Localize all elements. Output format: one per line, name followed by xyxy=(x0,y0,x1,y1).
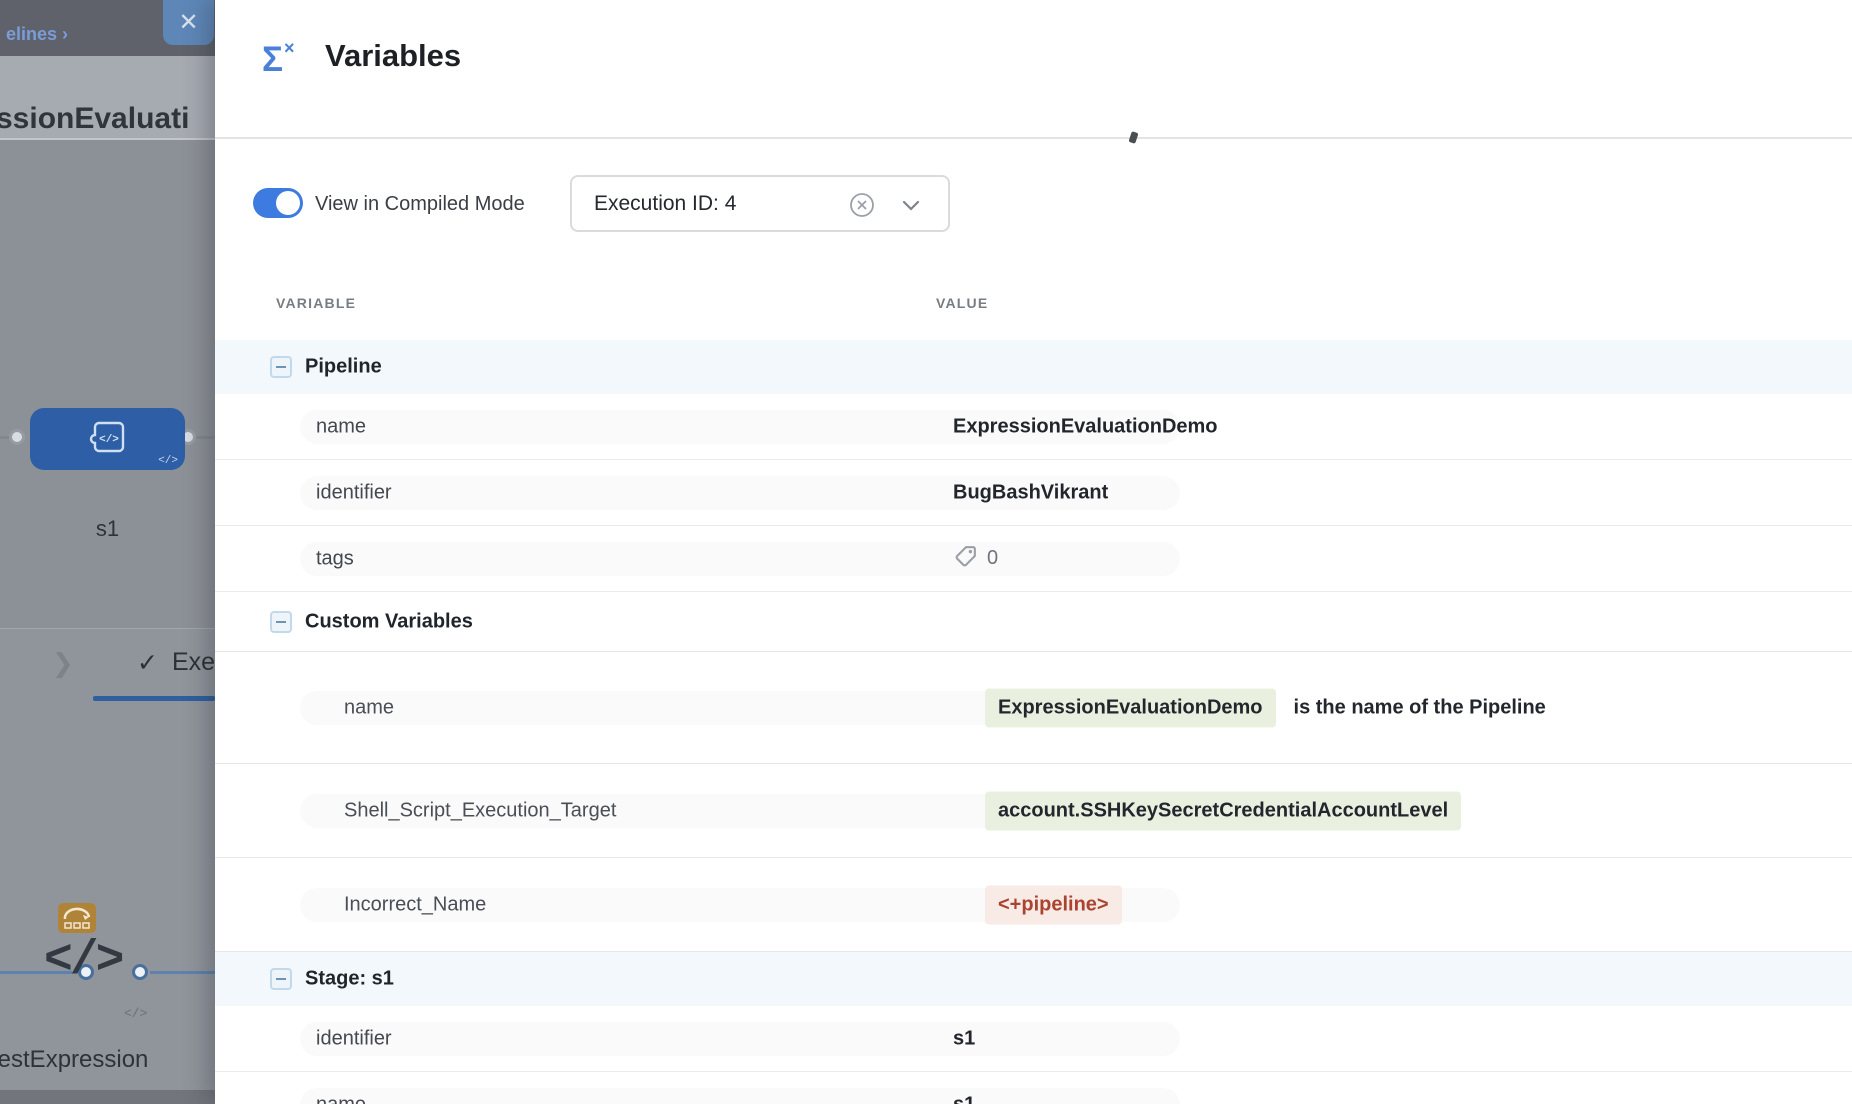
variables-panel: Σ× Variables View in Compiled Mode Execu… xyxy=(215,0,1852,1104)
table-row: Incorrect_Name <+pipeline> xyxy=(215,858,1852,952)
section-row[interactable]: Pipeline xyxy=(215,340,1852,394)
value-suffix: is the name of the Pipeline xyxy=(1294,696,1546,719)
header-divider xyxy=(215,137,1852,139)
node-port xyxy=(9,429,25,445)
table-row: name s1 xyxy=(215,1072,1852,1104)
svg-text:</>: </> xyxy=(99,434,119,446)
variable-name: name xyxy=(316,1093,366,1104)
variable-value: <+pipeline> xyxy=(985,885,1122,924)
variable-value: account.SSHKeySecretCredentialAccountLev… xyxy=(985,791,1461,830)
variable-value: s1 xyxy=(953,1027,975,1050)
tab-execution[interactable]: Exe xyxy=(172,648,215,677)
collapse-minus-icon[interactable] xyxy=(270,611,292,633)
step-port xyxy=(132,964,148,980)
clear-selection-icon[interactable] xyxy=(848,191,876,224)
value-highlight: ExpressionEvaluationDemo xyxy=(985,688,1276,727)
variables-table-body: Pipeline name ExpressionEvaluationDemo iden… xyxy=(215,340,1852,1104)
code-badge: </> xyxy=(158,455,178,467)
execution-id-value: Execution ID: 4 xyxy=(594,192,736,216)
variable-value: ExpressionEvaluationDemo xyxy=(953,415,1218,438)
breadcrumb[interactable]: elines › xyxy=(6,24,68,45)
section-label: Pipeline xyxy=(305,356,382,379)
active-tab-underline xyxy=(93,696,215,701)
collapse-minus-icon[interactable] xyxy=(270,968,292,990)
label-pill xyxy=(300,542,1180,576)
label-pill xyxy=(300,1088,1180,1104)
stage-node[interactable]: </> </> xyxy=(30,408,185,470)
column-header-value: VALUE xyxy=(936,295,988,311)
section-label: Stage: s1 xyxy=(305,968,394,991)
table-row: name ExpressionEvaluationDemo is the name … xyxy=(215,652,1852,764)
tag-icon xyxy=(953,543,979,575)
step-label: testExpression xyxy=(0,1046,148,1074)
custom-stage-icon: </> xyxy=(85,415,131,464)
section-label: Custom Variables xyxy=(305,610,473,633)
table-row: identifier s1 xyxy=(215,1006,1852,1072)
compiled-mode-toggle[interactable] xyxy=(253,188,303,218)
table-row: name ExpressionEvaluationDemo xyxy=(215,394,1852,460)
code-badge-small: </> xyxy=(124,1006,147,1021)
mouse-cursor xyxy=(1128,131,1138,144)
label-pill xyxy=(300,1022,1180,1056)
variable-name: Shell_Script_Execution_Target xyxy=(344,799,616,822)
panel-title: Variables xyxy=(325,38,461,74)
table-row: identifier BugBashVikrant xyxy=(215,460,1852,526)
compiled-mode-label: View in Compiled Mode xyxy=(315,193,525,216)
wire xyxy=(196,436,215,439)
shell-step-icon[interactable]: </> xyxy=(44,934,121,988)
variable-value: BugBashVikrant xyxy=(953,481,1108,504)
variable-name: Incorrect_Name xyxy=(344,893,486,916)
section-row[interactable]: Stage: s1 xyxy=(215,952,1852,1006)
variable-value: 0 xyxy=(953,543,998,575)
variable-name: identifier xyxy=(316,481,392,504)
execution-id-select[interactable]: Execution ID: 4 xyxy=(570,175,950,232)
table-row: Shell_Script_Execution_Target account.SSH… xyxy=(215,764,1852,858)
wire xyxy=(150,971,215,974)
variable-value: ExpressionEvaluationDemo is the name of t… xyxy=(985,688,1546,727)
table-row: tags 0 xyxy=(215,526,1852,592)
column-header-variable: VARIABLE xyxy=(276,295,356,311)
page-title: ssionEvaluati xyxy=(0,102,189,136)
success-check-icon: ✓ xyxy=(137,648,158,678)
variable-name: tags xyxy=(316,547,354,570)
app-root: elines › ssionEvaluati </> </> s1 ❯ ✓ Ex… xyxy=(0,0,1852,1104)
section-row[interactable]: Custom Variables xyxy=(215,592,1852,652)
chevron-down-icon[interactable] xyxy=(900,199,922,218)
variable-name: name xyxy=(344,696,394,719)
variable-value: s1 xyxy=(953,1093,975,1104)
sigma-x-icon: Σ× xyxy=(262,40,294,80)
value-highlight: account.SSHKeySecretCredentialAccountLev… xyxy=(985,791,1461,830)
variable-name: name xyxy=(316,415,366,438)
collapse-chevron-icon[interactable]: ❯ xyxy=(52,648,74,679)
close-drawer-button[interactable]: ✕ xyxy=(163,0,214,45)
collapse-minus-icon[interactable] xyxy=(270,356,292,378)
value-highlight: <+pipeline> xyxy=(985,885,1122,924)
variable-name: identifier xyxy=(316,1027,392,1050)
toggle-knob xyxy=(276,191,300,215)
stage-node-label: s1 xyxy=(30,516,185,542)
